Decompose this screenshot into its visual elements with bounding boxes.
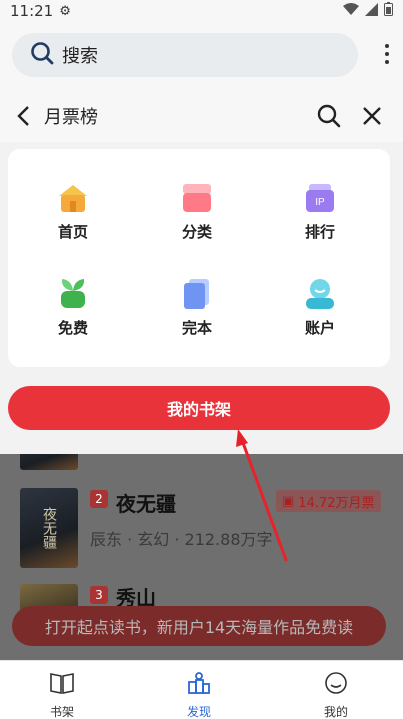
wifi-icon (343, 2, 359, 20)
home-icon (56, 181, 90, 215)
tab-bookshelf[interactable]: 书架 (32, 671, 92, 719)
ranking-badge-text: IP (315, 197, 325, 208)
account-icon (303, 277, 337, 311)
status-time: 11:21 (10, 2, 54, 20)
search-bar[interactable]: 搜索 (12, 33, 358, 77)
grid-item-free[interactable]: 免费 (33, 277, 113, 338)
battery-icon (384, 2, 393, 20)
list-item[interactable]: 夜无疆 2 夜无疆 ▣ 14.72万月票 辰东 · 玄幻 · 212.88万字 (20, 488, 390, 572)
grid-item-label: 排行 (304, 223, 335, 241)
list-item (20, 454, 78, 470)
grid-item-label: 免费 (57, 319, 88, 337)
more-menu-icon[interactable] (385, 44, 389, 64)
tab-label: 我的 (323, 705, 348, 719)
back-arrow-icon[interactable] (16, 106, 36, 126)
free-icon (56, 277, 90, 311)
promo-banner[interactable]: 打开起点读书，新用户14天海量作品免费读 (12, 606, 386, 646)
grid-item-label: 分类 (181, 223, 212, 241)
tab-profile[interactable]: 我的 (306, 671, 366, 719)
profile-icon (323, 671, 349, 699)
tab-discover[interactable]: 发现 (169, 671, 229, 719)
browser-search-row: 搜索 (0, 22, 403, 90)
status-bar: 11:21 ⚙ (0, 0, 403, 22)
book-cover: 夜无疆 (20, 488, 78, 568)
grid-item-label: 完本 (181, 319, 212, 337)
grid-item-home[interactable]: 首页 (33, 181, 113, 242)
grid-item-category[interactable]: 分类 (157, 181, 237, 242)
ranking-icon: IP (303, 181, 337, 215)
search-icon (30, 41, 54, 69)
search-label: 搜索 (62, 46, 98, 67)
grid-item-label: 账户 (304, 319, 335, 337)
page-header: 月票榜 (0, 90, 403, 142)
rank-badge: 3 (90, 586, 108, 604)
book-title: 夜无疆 (116, 492, 176, 516)
gear-icon: ⚙ (59, 3, 71, 19)
tab-label: 发现 (186, 705, 211, 719)
page-title: 月票榜 (44, 107, 98, 128)
ticket-count: 14.72万月票 (298, 495, 375, 511)
grid-item-ranking[interactable]: IP 排行 (280, 181, 360, 242)
grid-item-label: 首页 (57, 223, 88, 241)
bookshelf-icon (49, 671, 75, 699)
ticket-icon: ▣ (282, 493, 295, 509)
dimmed-book-list: 夜无疆 2 夜无疆 ▣ 14.72万月票 辰东 · 玄幻 · 212.88万字 … (0, 454, 403, 660)
signal-icon (365, 2, 378, 20)
category-icon (180, 181, 214, 215)
grid-item-account[interactable]: 账户 (280, 277, 360, 338)
grid-item-finished[interactable]: 完本 (157, 277, 237, 338)
rank-badge: 2 (90, 490, 108, 508)
book-cover (20, 454, 78, 470)
book-meta: 辰东 · 玄幻 · 212.88万字 (90, 530, 273, 549)
search-icon[interactable] (317, 104, 341, 132)
monthly-ticket-badge: ▣ 14.72万月票 (276, 490, 381, 512)
tab-label: 书架 (49, 705, 74, 719)
finished-icon (180, 277, 214, 311)
quick-menu-card: 首页 分类 IP 排行 免费 完本 账户 (8, 149, 390, 367)
close-icon[interactable] (361, 105, 383, 131)
bottom-tab-bar: 书架 发现 我的 (0, 660, 403, 719)
discover-icon (186, 671, 212, 699)
my-bookshelf-button[interactable]: 我的书架 (8, 386, 390, 430)
